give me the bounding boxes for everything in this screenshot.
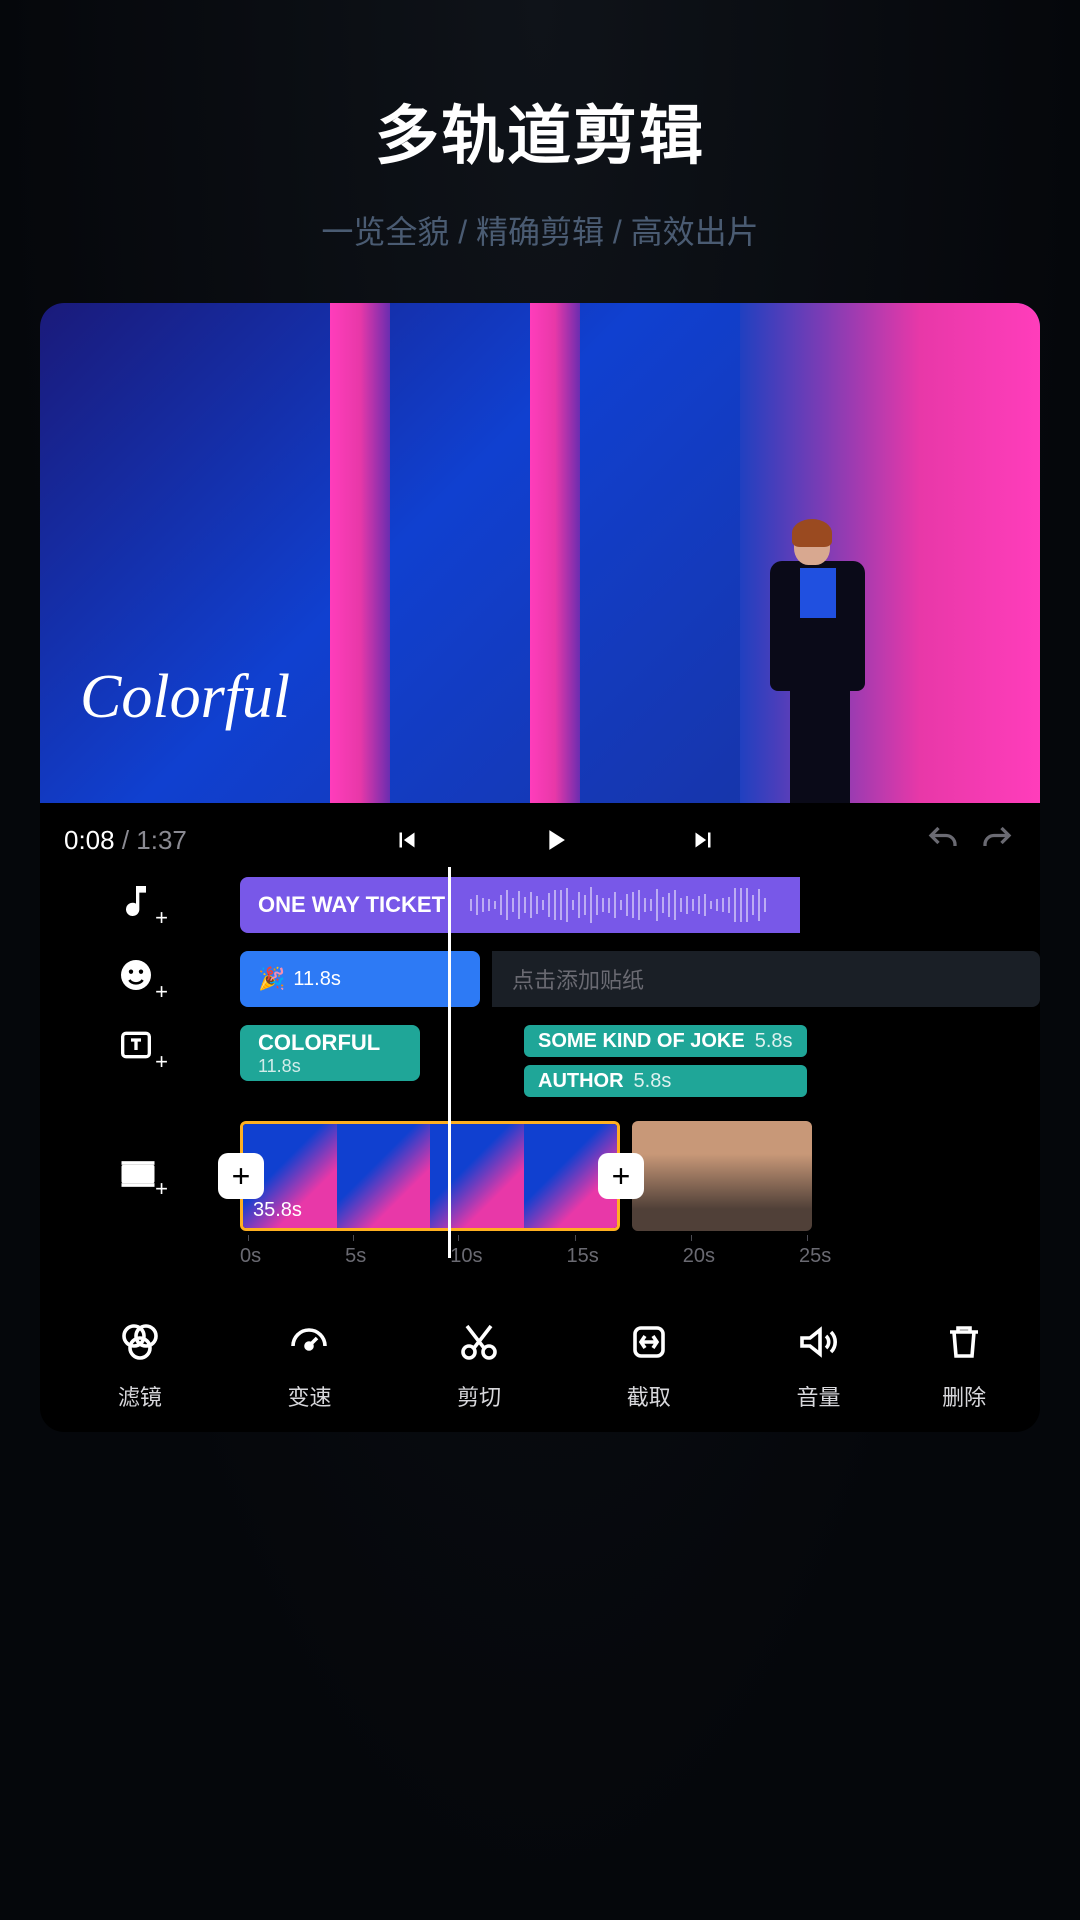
play-button[interactable]	[536, 821, 574, 859]
redo-button[interactable]	[978, 821, 1016, 859]
add-video-icon[interactable]: +	[116, 1152, 164, 1200]
add-text-icon[interactable]: +	[116, 1025, 164, 1073]
bottom-toolbar: 滤镜 变速 剪切 截取 音量 删除	[40, 1288, 1040, 1432]
text-clip-main[interactable]: COLORFUL 11.8s	[240, 1025, 420, 1081]
video-track: + + 35.8s +	[40, 1121, 1040, 1231]
timeline: + ONE WAY TICKET + 🎉 11.8s 点击添加贴纸 +	[40, 877, 1040, 1288]
video-clip-2[interactable]	[632, 1121, 812, 1231]
video-clip-1[interactable]: 35.8s	[240, 1121, 620, 1231]
next-button[interactable]	[684, 821, 722, 859]
add-clip-after-button[interactable]: +	[598, 1153, 644, 1199]
music-clip[interactable]: ONE WAY TICKET	[240, 877, 800, 933]
add-music-icon[interactable]: +	[116, 881, 164, 929]
time-display: 0:08 / 1:37	[64, 825, 187, 856]
video-preview[interactable]: Colorful	[40, 303, 1040, 803]
time-ruler: 0s 5s 10s 15s 20s 25s	[40, 1245, 1040, 1268]
music-track: + ONE WAY TICKET	[40, 877, 1040, 933]
sticker-clip[interactable]: 🎉 11.8s	[240, 951, 480, 1007]
filter-tool[interactable]: 滤镜	[60, 1318, 220, 1412]
crop-tool[interactable]: 截取	[569, 1318, 729, 1412]
delete-tool[interactable]: 删除	[908, 1318, 1020, 1412]
add-sticker-hint[interactable]: 点击添加贴纸	[492, 951, 1040, 1007]
header: 多轨道剪辑 一览全貌 / 精确剪辑 / 高效出片	[0, 0, 1080, 253]
prev-button[interactable]	[388, 821, 426, 859]
sticker-track: + 🎉 11.8s 点击添加贴纸	[40, 951, 1040, 1007]
total-time: 1:37	[136, 825, 187, 855]
text-track: + COLORFUL 11.8s SOME KIND OF JOKE 5.8s …	[40, 1025, 1040, 1097]
add-sticker-icon[interactable]: +	[116, 955, 164, 1003]
waveform-icon	[470, 877, 800, 933]
playhead[interactable]	[448, 867, 451, 1258]
party-icon: 🎉	[258, 966, 285, 992]
volume-tool[interactable]: 音量	[739, 1318, 899, 1412]
current-time: 0:08	[64, 825, 115, 855]
text-clip-author[interactable]: AUTHOR 5.8s	[524, 1065, 807, 1097]
add-clip-before-button[interactable]: +	[218, 1153, 264, 1199]
undo-button[interactable]	[924, 821, 962, 859]
transport-bar: 0:08 / 1:37	[40, 803, 1040, 877]
page-subtitle: 一览全貌 / 精确剪辑 / 高效出片	[0, 207, 1080, 253]
speed-tool[interactable]: 变速	[230, 1318, 390, 1412]
page-title: 多轨道剪辑	[0, 85, 1080, 177]
cut-tool[interactable]: 剪切	[399, 1318, 559, 1412]
text-clip-joke[interactable]: SOME KIND OF JOKE 5.8s	[524, 1025, 807, 1057]
preview-caption: Colorful	[80, 662, 290, 733]
editor-panel: Colorful 0:08 / 1:37	[40, 303, 1040, 1432]
